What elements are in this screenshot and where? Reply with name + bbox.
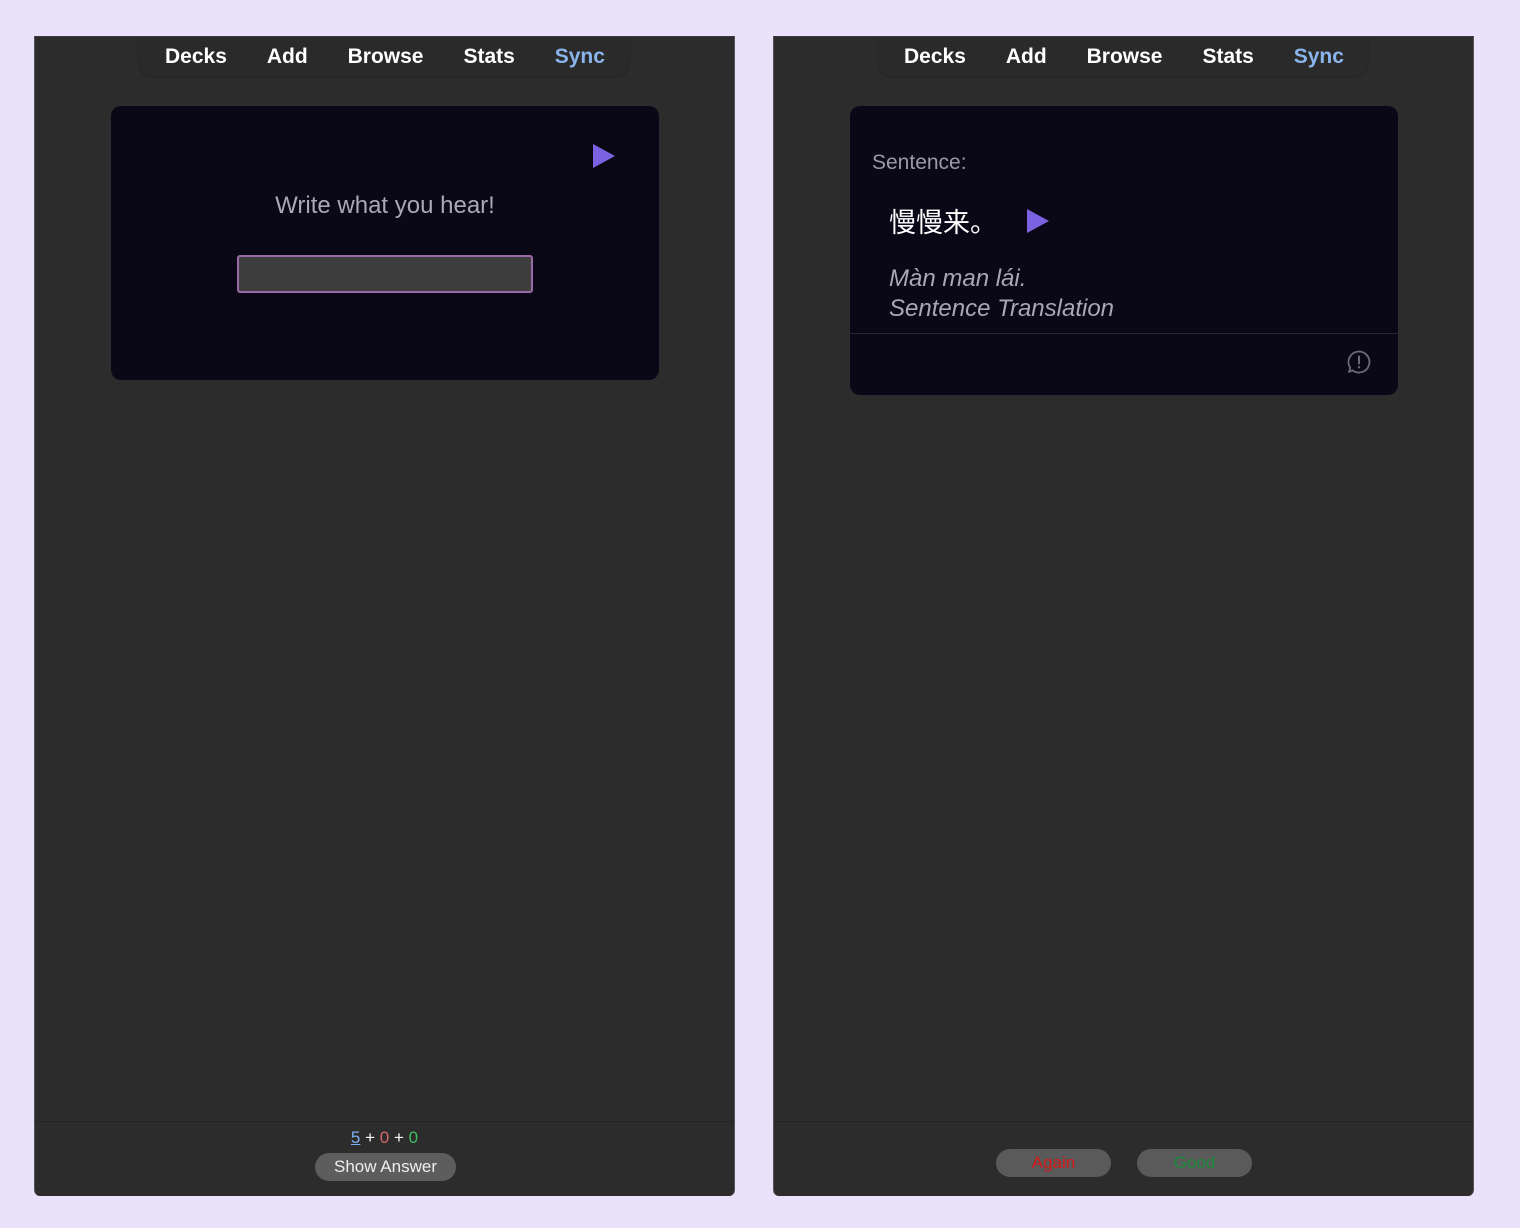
question-prompt: Write what you hear! xyxy=(275,192,495,219)
card-divider xyxy=(850,333,1398,334)
good-button[interactable]: Good xyxy=(1137,1149,1252,1177)
question-card: Write what you hear! xyxy=(111,106,659,380)
count-separator: + xyxy=(393,1128,404,1147)
sentence-label: Sentence: xyxy=(872,151,967,174)
review-count: 0 xyxy=(408,1128,419,1147)
nav-sync[interactable]: Sync xyxy=(555,45,605,69)
top-nav: Decks Add Browse Stats Sync xyxy=(878,37,1368,76)
nav-add[interactable]: Add xyxy=(1006,45,1047,69)
count-separator: + xyxy=(365,1128,376,1147)
show-answer-button[interactable]: Show Answer xyxy=(315,1153,456,1181)
nav-stats[interactable]: Stats xyxy=(1202,45,1253,69)
review-panel-answer: Decks Add Browse Stats Sync Sentence: 慢慢… xyxy=(773,36,1474,1196)
nav-sync[interactable]: Sync xyxy=(1294,45,1344,69)
play-audio-icon[interactable] xyxy=(1027,209,1049,233)
learning-count: 0 xyxy=(379,1128,390,1147)
nav-decks[interactable]: Decks xyxy=(904,45,966,69)
sentence-translation: Sentence Translation xyxy=(889,295,1115,322)
nav-browse[interactable]: Browse xyxy=(348,45,424,69)
sentence-hanzi: 慢慢来。 xyxy=(889,208,997,239)
play-audio-icon[interactable] xyxy=(593,144,615,168)
nav-stats[interactable]: Stats xyxy=(463,45,514,69)
nav-browse[interactable]: Browse xyxy=(1087,45,1163,69)
sentence-pinyin-translation: Màn man lái. Sentence Translation xyxy=(889,264,1114,324)
review-panel-question: Decks Add Browse Stats Sync Write what y… xyxy=(34,36,735,1196)
typed-answer-input[interactable] xyxy=(237,255,533,293)
report-message-icon[interactable] xyxy=(1346,349,1372,375)
new-count[interactable]: 5 xyxy=(351,1128,360,1147)
review-footer: 5 + 0 + 0 Show Answer xyxy=(35,1121,734,1196)
due-counts: 5 + 0 + 0 xyxy=(35,1128,734,1148)
nav-add[interactable]: Add xyxy=(267,45,308,69)
again-button[interactable]: Again xyxy=(996,1149,1111,1177)
top-nav: Decks Add Browse Stats Sync xyxy=(139,37,629,76)
review-footer: Again Good xyxy=(774,1121,1473,1196)
nav-decks[interactable]: Decks xyxy=(165,45,227,69)
answer-card: Sentence: 慢慢来。 Màn man lái. Sentence Tra… xyxy=(850,106,1398,395)
sentence-pinyin: Màn man lái. xyxy=(889,265,1027,292)
